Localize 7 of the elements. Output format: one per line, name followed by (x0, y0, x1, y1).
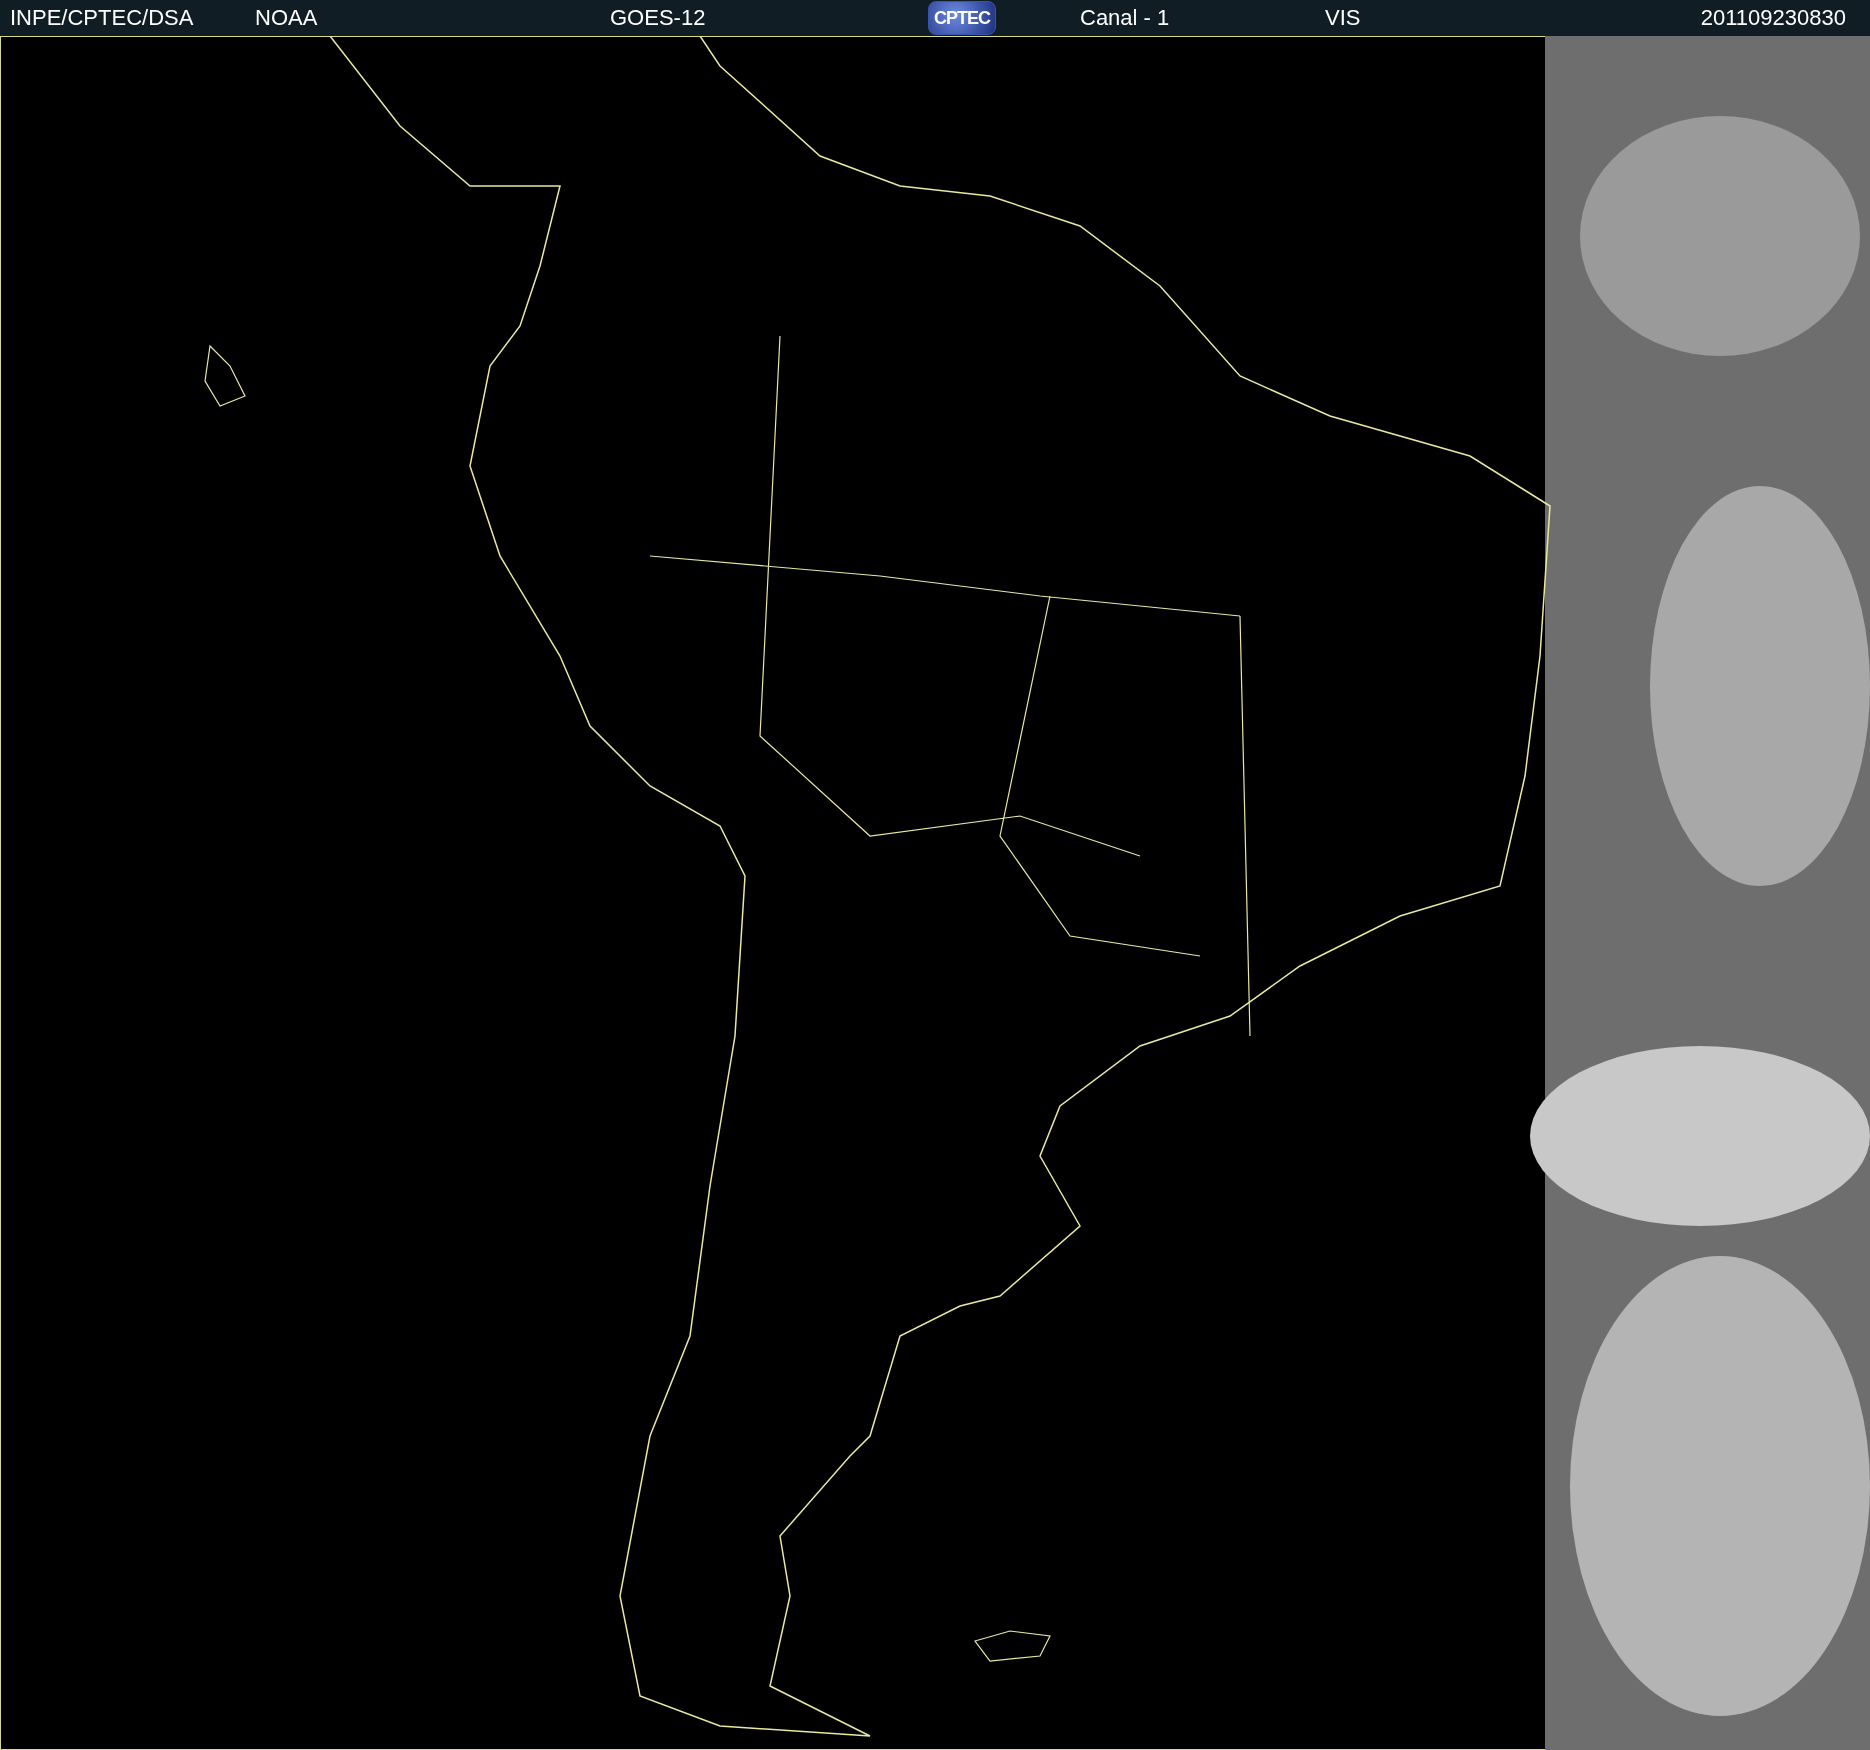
logo: CPTEC (928, 1, 996, 35)
header-label: Canal - 1 (1080, 5, 1170, 31)
header-label: 201109230830 (1700, 5, 1846, 31)
header-label: INPE/CPTEC/DSA (10, 5, 194, 31)
header-label: GOES-12 (610, 5, 706, 31)
header-label: NOAA (255, 5, 318, 31)
header-label: VIS (1325, 5, 1361, 31)
